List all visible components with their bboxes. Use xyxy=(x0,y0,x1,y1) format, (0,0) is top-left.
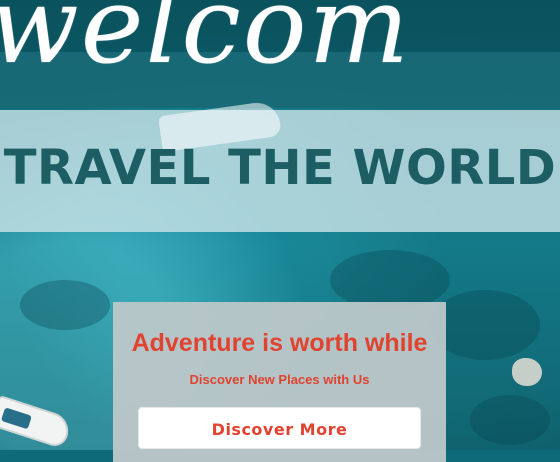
reef-texture xyxy=(470,395,550,445)
reef-rock-image xyxy=(512,358,542,386)
reef-texture xyxy=(430,290,540,360)
reef-texture xyxy=(20,280,110,330)
hero-title: TRAVEL THE WORLD xyxy=(3,140,557,196)
welcome-banner: welcom xyxy=(0,0,560,108)
boat-cabin xyxy=(0,407,32,430)
discover-more-button[interactable]: Discover More xyxy=(138,407,421,449)
cta-heading: Adventure is worth while xyxy=(131,329,428,357)
cta-card: Adventure is worth while Discover New Pl… xyxy=(113,302,446,462)
cta-subheading: Discover New Places with Us xyxy=(189,372,370,387)
reef-texture xyxy=(330,250,450,310)
welcome-script-text: welcom xyxy=(0,0,412,87)
